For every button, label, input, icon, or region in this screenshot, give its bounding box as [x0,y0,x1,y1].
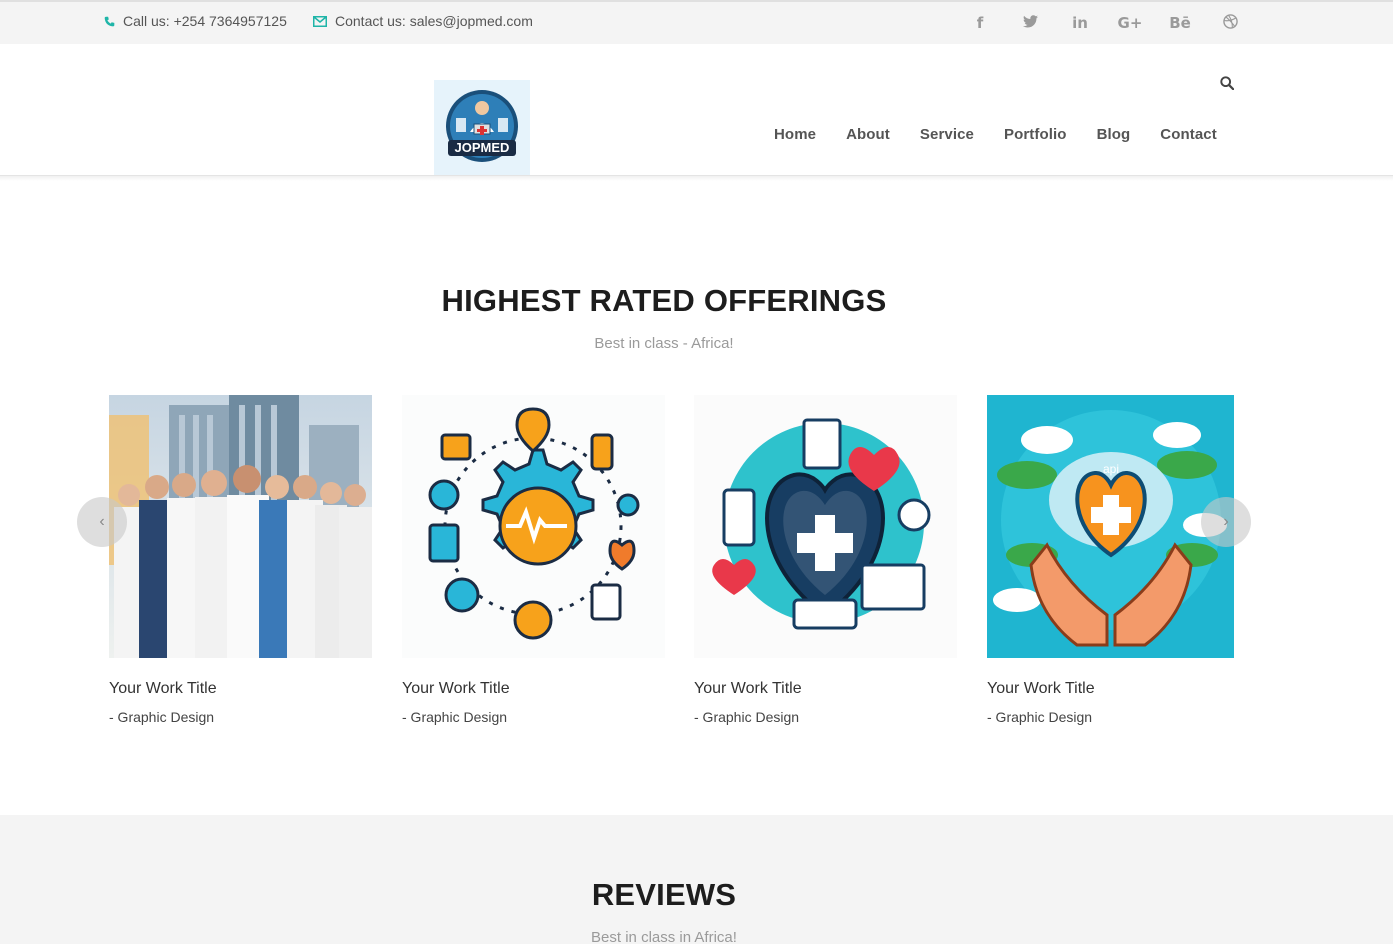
site-header: JOPMED Home About Service Portfolio Blog… [0,44,1393,176]
google-plus-icon[interactable]: G+ [1105,14,1155,33]
portfolio-card[interactable]: Your Work Title - Graphic Design [109,395,372,725]
work-title[interactable]: Your Work Title [694,680,957,698]
health-heart-illustration[interactable] [694,395,957,658]
facebook-icon[interactable]: f [955,14,1005,33]
phone-text: Call us: +254 7364957125 [123,13,287,29]
email-text[interactable]: Contact us: sales@jopmed.com [335,13,533,29]
twitter-icon[interactable] [1005,14,1055,33]
work-title[interactable]: Your Work Title [987,680,1234,698]
social-links: f in G+ Bē [955,14,1255,33]
svg-text:JOPMED: JOPMED [455,140,510,155]
offerings-title: HIGHEST RATED OFFERINGS [441,283,887,318]
work-category: - Graphic Design [109,709,215,725]
behance-icon[interactable]: Bē [1155,14,1205,33]
nav-portfolio[interactable]: Portfolio [989,126,1082,143]
nav-service[interactable]: Service [905,126,989,143]
logo-emblem-icon: JOPMED [446,89,518,162]
email-contact[interactable]: Contact us: sales@jopmed.com [313,13,533,29]
nav-blog[interactable]: Blog [1082,126,1146,143]
carousel-prev-button[interactable]: ‹ [77,497,127,547]
phone-icon [104,16,115,27]
svg-text:api: api [1103,462,1119,476]
chevron-right-icon: › [1223,513,1229,530]
medical-team-image[interactable] [109,395,372,658]
search-icon[interactable] [1220,76,1235,95]
main-nav: Home About Service Portfolio Blog Contac… [759,126,1232,143]
reviews-subtitle: Best in class in Africa! [591,929,737,944]
header-divider [0,176,1393,181]
nav-contact[interactable]: Contact [1145,126,1232,143]
jopmed-logo[interactable]: JOPMED [434,80,530,175]
envelope-icon [313,15,327,27]
work-category: - Graphic Design [402,709,508,725]
top-bar: Call us: +254 7364957125 Contact us: sal… [0,0,1393,44]
work-category: - Graphic Design [987,709,1093,725]
work-category: - Graphic Design [694,709,800,725]
nav-home[interactable]: Home [759,126,831,143]
portfolio-card[interactable]: Your Work Title - Graphic Design [402,395,665,725]
chevron-left-icon: ‹ [99,513,105,530]
carousel-next-button[interactable]: › [1201,497,1251,547]
health-gear-illustration[interactable] [402,395,665,658]
dribbble-icon[interactable] [1205,14,1255,33]
portfolio-card[interactable]: api Your Work Title - Graphic Design [987,395,1234,725]
work-title[interactable]: Your Work Title [109,680,372,698]
portfolio-card[interactable]: Your Work Title - Graphic Design [694,395,957,725]
linkedin-icon[interactable]: in [1055,14,1105,33]
reviews-title: REVIEWS [591,877,737,912]
reviews-section: REVIEWS Best in class in Africa! [0,815,1393,944]
offerings-subtitle: Best in class - Africa! [594,335,734,352]
health-hands-illustration[interactable]: api [987,395,1234,658]
nav-about[interactable]: About [831,126,905,143]
work-title[interactable]: Your Work Title [402,680,665,698]
phone-contact: Call us: +254 7364957125 [104,13,287,29]
